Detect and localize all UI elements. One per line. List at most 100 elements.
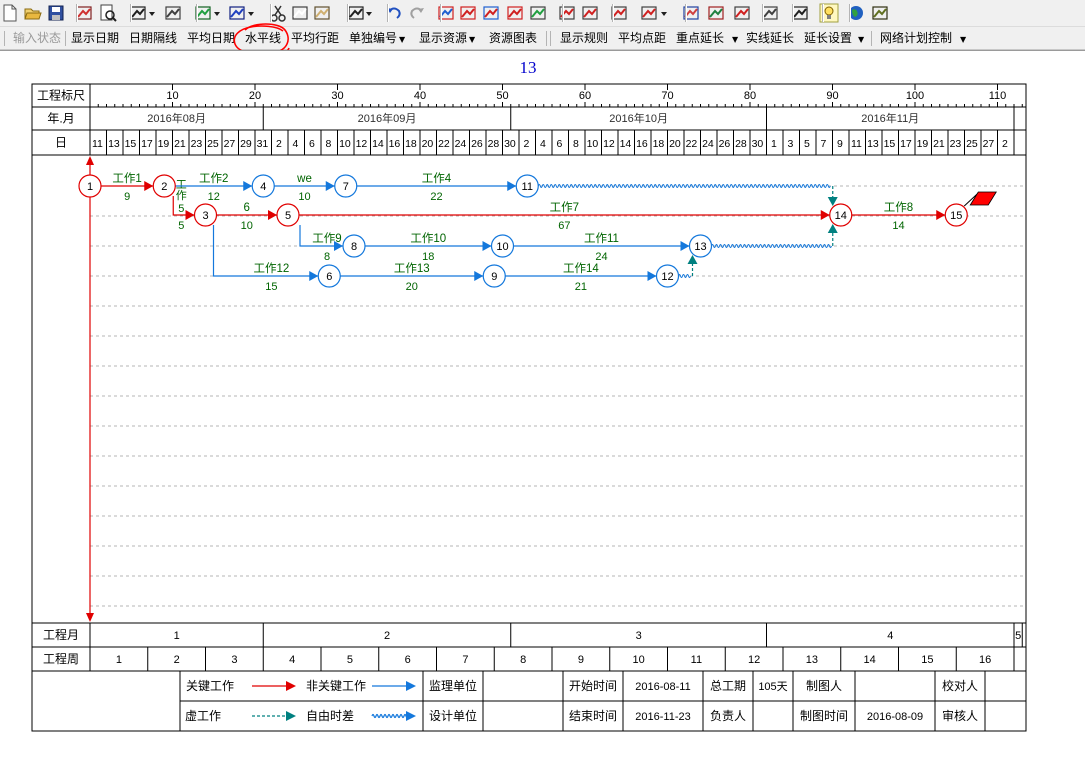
day-label: 16 bbox=[636, 138, 648, 150]
project-week-value: 14 bbox=[864, 654, 876, 666]
day-label: 4 bbox=[540, 138, 546, 150]
month-label: 2016年11月 bbox=[861, 111, 919, 125]
work-duration-label: 12 bbox=[208, 191, 220, 203]
day-label: 24 bbox=[455, 138, 467, 150]
day-label: 12 bbox=[603, 138, 615, 150]
legend-critical-work: 关键工作 bbox=[186, 679, 234, 693]
node-number: 6 bbox=[326, 271, 332, 283]
day-label: 19 bbox=[158, 138, 170, 150]
day-label: 24 bbox=[702, 138, 714, 150]
legend-free-float-wave bbox=[371, 713, 409, 719]
legend-start-time: 2016-08-11 bbox=[635, 681, 690, 693]
scale-tick-label: 10 bbox=[166, 90, 178, 102]
day-label: 13 bbox=[867, 138, 879, 150]
work-name-label: 工作2 bbox=[199, 172, 228, 185]
legend-total-duration: 105天 bbox=[758, 681, 787, 693]
work-arrow-14-15-head bbox=[936, 210, 946, 220]
year-month-label: 年.月 bbox=[47, 112, 74, 126]
day-label: 27 bbox=[224, 138, 236, 150]
day-label: 29 bbox=[240, 138, 252, 150]
work-duration-label: 21 bbox=[575, 281, 587, 293]
legend-end-time: 2016-11-23 bbox=[635, 711, 690, 723]
work-duration-label: 9 bbox=[124, 191, 130, 203]
work-arrow-6-9-head bbox=[474, 271, 484, 281]
work-duration-label: 67 bbox=[558, 220, 570, 232]
project-week-value: 8 bbox=[520, 654, 526, 666]
node-number: 9 bbox=[491, 271, 497, 283]
day-label: 3 bbox=[788, 138, 794, 150]
day-label: 31 bbox=[257, 138, 269, 150]
day-label: 11 bbox=[92, 138, 103, 150]
legend-critical-arrow bbox=[286, 681, 296, 691]
work-duration-label: 10 bbox=[241, 220, 253, 232]
month-label: 2016年10月 bbox=[609, 111, 668, 125]
project-week-label: 工程周 bbox=[43, 651, 79, 666]
day-label: 26 bbox=[471, 138, 483, 150]
day-label: 22 bbox=[686, 138, 698, 150]
free-float-wave-13 bbox=[711, 244, 832, 248]
work-arrow-10-13-head bbox=[680, 241, 690, 251]
node-number: 11 bbox=[522, 181, 533, 193]
scale-tick-label: 60 bbox=[579, 90, 591, 102]
project-week-value: 2 bbox=[174, 654, 180, 666]
work-arrow-3-5-head bbox=[268, 210, 277, 220]
day-label: 4 bbox=[293, 138, 299, 150]
project-week-value: 11 bbox=[691, 654, 702, 666]
day-label: 18 bbox=[653, 138, 665, 150]
project-month-value: 3 bbox=[636, 630, 642, 642]
day-label: 28 bbox=[488, 138, 500, 150]
work-name-label: 工作8 bbox=[884, 201, 913, 214]
legend-drawer-label: 制图人 bbox=[806, 679, 842, 693]
work-arrow-7-11-head bbox=[507, 181, 517, 191]
legend-design-unit: 设计单位 bbox=[429, 708, 477, 723]
work-name-label: 工作11 bbox=[584, 232, 619, 245]
project-week-value: 5 bbox=[347, 654, 353, 666]
project-week-value: 10 bbox=[633, 654, 645, 666]
node-number: 3 bbox=[202, 210, 208, 222]
node-number: 7 bbox=[343, 181, 349, 193]
day-label: 26 bbox=[719, 138, 731, 150]
day-label: 20 bbox=[422, 138, 434, 150]
day-label: 13 bbox=[108, 138, 120, 150]
month-label: 2016年09月 bbox=[358, 111, 417, 125]
scale-tick-label: 80 bbox=[744, 90, 756, 102]
scale-tick-label: 40 bbox=[414, 90, 426, 102]
day-label: 17 bbox=[900, 138, 912, 150]
node-number: 15 bbox=[950, 210, 962, 222]
node-number: 14 bbox=[835, 210, 847, 222]
day-label: 15 bbox=[884, 138, 896, 150]
day-label: 19 bbox=[917, 138, 929, 150]
project-month-value: 4 bbox=[887, 630, 893, 642]
day-label: 8 bbox=[326, 138, 332, 150]
work-name-label: 作 bbox=[176, 189, 187, 202]
day-label: 12 bbox=[356, 138, 368, 150]
work-duration-label: 5 bbox=[178, 203, 184, 215]
day-label: 2 bbox=[524, 138, 530, 150]
day-label: 25 bbox=[966, 138, 978, 150]
scale-tick-label: 70 bbox=[661, 90, 673, 102]
project-week-value: 12 bbox=[748, 654, 760, 666]
project-week-value: 1 bbox=[116, 654, 122, 666]
work-name-label: 工作12 bbox=[253, 262, 289, 275]
node-number: 12 bbox=[661, 271, 673, 283]
work-duration-label: 8 bbox=[324, 251, 330, 263]
day-label: 10 bbox=[587, 138, 599, 150]
work-duration-label: 15 bbox=[265, 281, 277, 293]
end-flag-icon bbox=[969, 191, 997, 206]
scale-tick-label: 30 bbox=[331, 90, 343, 102]
work-name-label: 工作7 bbox=[550, 201, 579, 214]
day-label: 15 bbox=[125, 138, 137, 150]
day-label: 27 bbox=[983, 138, 995, 150]
day-label: 20 bbox=[669, 138, 681, 150]
day-label: 10 bbox=[339, 138, 351, 150]
day-label: 30 bbox=[752, 138, 764, 150]
day-label: 25 bbox=[207, 138, 219, 150]
scale-tick-label: 100 bbox=[906, 90, 924, 102]
scale-tick-label: 20 bbox=[249, 90, 261, 102]
day-label: 28 bbox=[735, 138, 747, 150]
work-name-label: we bbox=[296, 173, 312, 185]
work-name-label: 工作9 bbox=[312, 232, 341, 245]
legend-supervision-unit: 监理单位 bbox=[429, 678, 477, 693]
legend-responsible-label: 负责人 bbox=[710, 709, 746, 723]
work-duration-label: 18 bbox=[422, 251, 434, 263]
